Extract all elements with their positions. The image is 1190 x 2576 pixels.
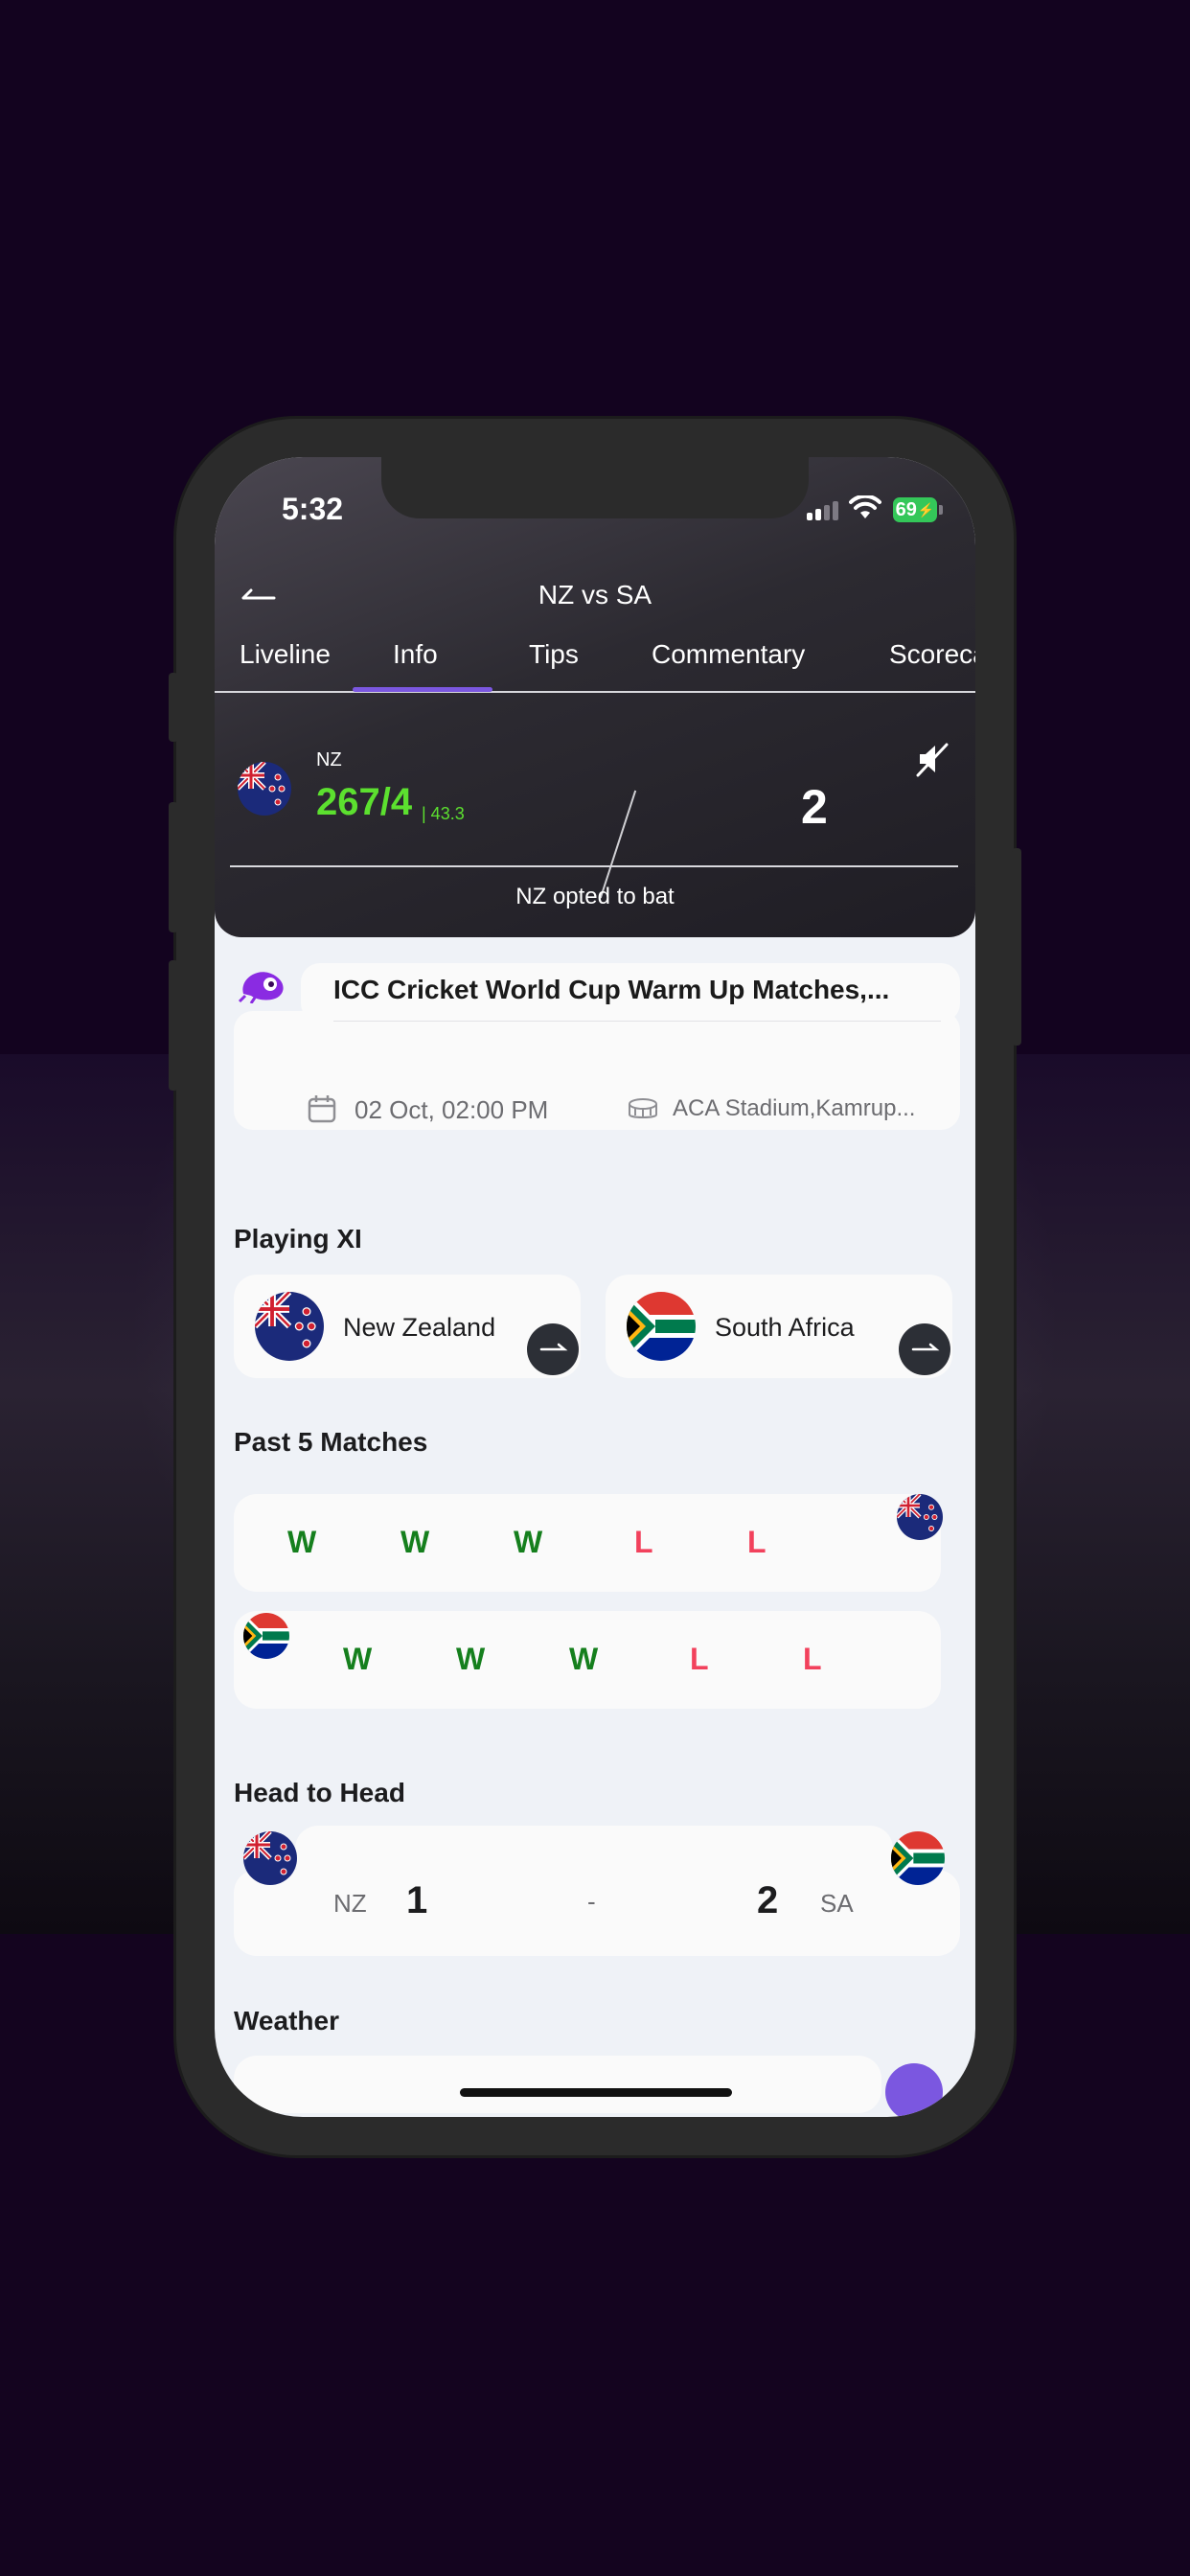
sa-flag-icon bbox=[627, 1292, 696, 1361]
tab-info[interactable]: Info bbox=[393, 639, 438, 670]
sa-xi-arrow-button[interactable] bbox=[899, 1323, 950, 1375]
h2h-right-score: 2 bbox=[757, 1879, 779, 1921]
h2h-separator: - bbox=[587, 1887, 596, 1916]
weather-icon bbox=[885, 2063, 943, 2117]
nz-result-4: L bbox=[634, 1525, 653, 1559]
weather-card bbox=[234, 2056, 881, 2113]
h2h-left-team: NZ bbox=[333, 1889, 367, 1918]
sa-result-5: L bbox=[803, 1642, 822, 1676]
nz-xi-arrow-button[interactable] bbox=[527, 1323, 579, 1375]
sa-flag-icon bbox=[243, 1613, 289, 1659]
phone-frame: 5:32 69 ⚡ NZ vs SA Liveline Info Tips Com… bbox=[169, 419, 1021, 2155]
match-venue: ACA Stadium,Kamrup... bbox=[673, 1095, 916, 1121]
sa-result-2: W bbox=[456, 1642, 486, 1676]
nz-flag-icon bbox=[243, 1831, 297, 1885]
app-screen: 5:32 69 ⚡ NZ vs SA Liveline Info Tips Com… bbox=[215, 457, 975, 2117]
notch bbox=[381, 457, 809, 518]
tab-liveline[interactable]: Liveline bbox=[240, 639, 331, 670]
app-logo-icon bbox=[238, 972, 284, 1003]
tab-bar: Liveline Info Tips Commentary Scorecard bbox=[215, 639, 975, 693]
active-tab-indicator bbox=[353, 687, 492, 692]
h2h-left-score: 1 bbox=[406, 1879, 428, 1921]
batting-team-name: NZ bbox=[316, 749, 342, 770]
nz-flag-icon bbox=[897, 1494, 943, 1540]
match-title: ICC Cricket World Cup Warm Up Matches,..… bbox=[333, 975, 890, 1004]
sa-result-4: L bbox=[690, 1642, 709, 1676]
tab-scorecard[interactable]: Scorecard bbox=[889, 639, 975, 670]
live-ball-value: 2 bbox=[801, 780, 828, 834]
cellular-signal-icon bbox=[807, 501, 838, 520]
page-title: NZ vs SA bbox=[538, 580, 652, 610]
wifi-icon bbox=[849, 495, 881, 518]
status-time: 5:32 bbox=[282, 492, 344, 526]
match-header: 5:32 69 ⚡ NZ vs SA Liveline Info Tips Com… bbox=[215, 457, 975, 937]
match-date: 02 Oct, 02:00 PM bbox=[355, 1095, 549, 1124]
calendar-icon bbox=[308, 1095, 336, 1123]
team-name-nz: New Zealand bbox=[343, 1313, 496, 1342]
tab-tips[interactable]: Tips bbox=[529, 639, 579, 670]
section-weather: Weather bbox=[234, 2006, 339, 2036]
nz-flag-icon bbox=[238, 762, 291, 816]
sa-result-3: W bbox=[569, 1642, 599, 1676]
h2h-right-team: SA bbox=[820, 1889, 854, 1918]
sa-flag-icon bbox=[891, 1831, 945, 1885]
section-playing-xi: Playing XI bbox=[234, 1224, 362, 1254]
overs: | 43.3 bbox=[422, 804, 465, 823]
section-head-to-head: Head to Head bbox=[234, 1778, 405, 1807]
section-past-matches: Past 5 Matches bbox=[234, 1427, 428, 1457]
home-indicator[interactable] bbox=[460, 2088, 732, 2097]
nz-result-2: W bbox=[400, 1525, 430, 1559]
nz-result-3: W bbox=[514, 1525, 543, 1559]
battery-icon: 69 ⚡ bbox=[893, 497, 937, 522]
team-name-sa: South Africa bbox=[715, 1313, 855, 1342]
sa-result-1: W bbox=[343, 1642, 373, 1676]
nz-result-1: W bbox=[287, 1525, 317, 1559]
batting-score: 267/4 bbox=[316, 781, 413, 823]
speaker-mute-icon[interactable] bbox=[914, 741, 950, 777]
stadium-icon bbox=[629, 1098, 657, 1118]
tab-commentary[interactable]: Commentary bbox=[652, 639, 805, 670]
divider bbox=[599, 790, 637, 899]
toss-info: NZ opted to bat bbox=[515, 884, 675, 909]
past-matches-nz bbox=[234, 1494, 941, 1592]
nz-result-5: L bbox=[747, 1525, 767, 1559]
nz-flag-icon bbox=[255, 1292, 324, 1361]
